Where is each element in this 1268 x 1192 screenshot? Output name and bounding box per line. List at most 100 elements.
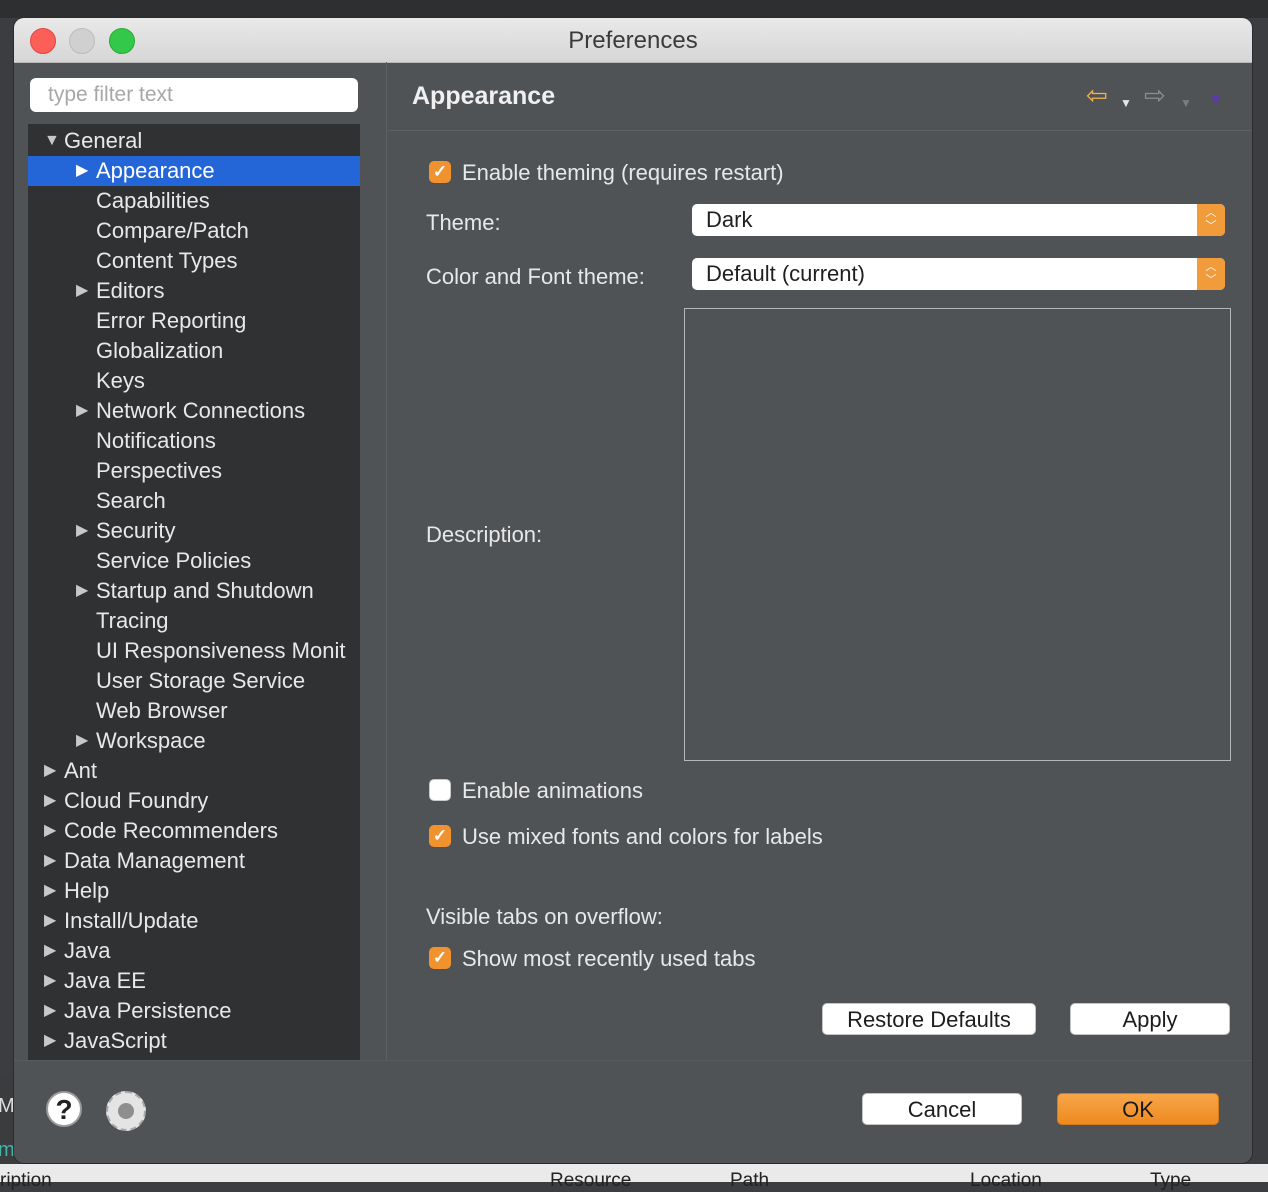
import-export-icon[interactable] bbox=[106, 1091, 146, 1131]
tree-item-security[interactable]: ▶ Security bbox=[28, 516, 360, 546]
forward-history-dropdown-icon[interactable]: ▼ bbox=[1180, 90, 1192, 116]
enable-animations-checkbox[interactable] bbox=[429, 779, 451, 801]
mixed-fonts-checkbox[interactable]: ✓ bbox=[429, 825, 451, 847]
expand-triangle-icon[interactable]: ▶ bbox=[44, 936, 56, 966]
expand-triangle-icon[interactable]: ▶ bbox=[76, 516, 88, 546]
tree-item-user-storage-service[interactable]: User Storage Service bbox=[28, 666, 360, 696]
tree-item-label: Appearance bbox=[96, 158, 215, 183]
tree-item-notifications[interactable]: Notifications bbox=[28, 426, 360, 456]
recent-tabs-label[interactable]: Show most recently used tabs bbox=[462, 946, 755, 972]
page-title: Appearance bbox=[412, 82, 556, 110]
column-header-description[interactable]: ription bbox=[0, 1170, 52, 1192]
tree-item-label: Web Browser bbox=[96, 698, 228, 723]
tree-item-service-policies[interactable]: Service Policies bbox=[28, 546, 360, 576]
tree-item-code-recommenders[interactable]: ▶ Code Recommenders bbox=[28, 816, 360, 846]
tree-item-label: Startup and Shutdown bbox=[96, 578, 314, 603]
tree-item-general[interactable]: ▼ General bbox=[28, 126, 360, 156]
tree-item-appearance[interactable]: ▶ Appearance bbox=[28, 156, 360, 186]
restore-defaults-button[interactable]: Restore Defaults bbox=[822, 1003, 1036, 1035]
tree-item-java-persistence[interactable]: ▶ Java Persistence bbox=[28, 996, 360, 1026]
expand-triangle-icon[interactable]: ▶ bbox=[44, 906, 56, 936]
tree-item-label: UI Responsiveness Monit bbox=[96, 638, 346, 663]
expand-triangle-icon[interactable]: ▶ bbox=[44, 846, 56, 876]
tree-item-label: Java bbox=[64, 938, 111, 963]
description-text-area[interactable] bbox=[684, 308, 1231, 761]
tree-item-web-browser[interactable]: Web Browser bbox=[28, 696, 360, 726]
back-history-dropdown-icon[interactable]: ▼ bbox=[1120, 90, 1132, 116]
tree-item-network-connections[interactable]: ▶ Network Connections bbox=[28, 396, 360, 426]
tree-item-label: Capabilities bbox=[96, 188, 210, 213]
tree-item-install-update[interactable]: ▶ Install/Update bbox=[28, 906, 360, 936]
expand-triangle-icon[interactable]: ▶ bbox=[76, 276, 88, 306]
tree-item-java[interactable]: ▶ Java bbox=[28, 936, 360, 966]
tree-item-label: Cloud Foundry bbox=[64, 788, 209, 813]
collapse-triangle-icon[interactable]: ▼ bbox=[44, 126, 60, 156]
tree-item-label: Security bbox=[96, 518, 176, 543]
color-font-theme-select[interactable]: Default (current) ︿ ﹀ bbox=[692, 258, 1225, 290]
expand-triangle-icon[interactable]: ▶ bbox=[44, 786, 56, 816]
expand-triangle-icon[interactable]: ▶ bbox=[76, 576, 88, 606]
tree-item-ui-responsiveness-monit[interactable]: UI Responsiveness Monit bbox=[28, 636, 360, 666]
expand-triangle-icon[interactable]: ▶ bbox=[44, 816, 56, 846]
theme-select[interactable]: Dark ︿ ﹀ bbox=[692, 204, 1225, 236]
ok-button[interactable]: OK bbox=[1057, 1093, 1219, 1125]
forward-arrow-icon[interactable]: ⇨ bbox=[1144, 82, 1166, 108]
tree-item-label: Help bbox=[64, 878, 110, 903]
tree-item-keys[interactable]: Keys bbox=[28, 366, 360, 396]
pane-divider[interactable] bbox=[386, 62, 387, 1060]
tree-item-label: Perspectives bbox=[96, 458, 222, 483]
recent-tabs-checkbox[interactable]: ✓ bbox=[429, 947, 451, 969]
expand-triangle-icon[interactable]: ▶ bbox=[76, 156, 88, 186]
tree-item-ant[interactable]: ▶ Ant bbox=[28, 756, 360, 786]
tree-item-globalization[interactable]: Globalization bbox=[28, 336, 360, 366]
tree-item-compare-patch[interactable]: Compare/Patch bbox=[28, 216, 360, 246]
tree-item-javascript[interactable]: ▶ JavaScript bbox=[28, 1026, 360, 1056]
tree-item-tracing[interactable]: Tracing bbox=[28, 606, 360, 636]
preferences-tree[interactable]: ▼ General ▶ Appearance Capabilities Compare/P… bbox=[28, 124, 360, 1060]
help-icon[interactable]: ? bbox=[46, 1091, 82, 1127]
header-divider bbox=[388, 130, 1252, 131]
column-header-resource[interactable]: Resource bbox=[550, 1170, 631, 1192]
expand-triangle-icon[interactable]: ▶ bbox=[44, 876, 56, 906]
title-bar[interactable]: Preferences bbox=[14, 18, 1252, 63]
tree-item-capabilities[interactable]: Capabilities bbox=[28, 186, 360, 216]
expand-triangle-icon[interactable]: ▶ bbox=[44, 966, 56, 996]
column-header-path[interactable]: Path bbox=[730, 1170, 769, 1192]
expand-triangle-icon[interactable]: ▶ bbox=[76, 396, 88, 426]
apply-button[interactable]: Apply bbox=[1070, 1003, 1230, 1035]
filter-input[interactable] bbox=[30, 78, 358, 112]
preferences-dialog: Preferences ▼General▶AppearanceCapabilit… bbox=[14, 18, 1252, 1163]
enable-theming-label[interactable]: Enable theming (requires restart) bbox=[462, 160, 784, 186]
tree-item-java-ee[interactable]: ▶ Java EE bbox=[28, 966, 360, 996]
tree-item-content-types[interactable]: Content Types bbox=[28, 246, 360, 276]
select-stepper-icon: ︿ ﹀ bbox=[1197, 204, 1225, 236]
enable-theming-checkbox[interactable]: ✓ bbox=[429, 161, 451, 183]
select-stepper-icon: ︿ ﹀ bbox=[1197, 258, 1225, 290]
column-header-location[interactable]: Location bbox=[970, 1170, 1042, 1192]
expand-triangle-icon[interactable]: ▶ bbox=[44, 756, 56, 786]
tree-item-perspectives[interactable]: Perspectives bbox=[28, 456, 360, 486]
tree-item-label: Globalization bbox=[96, 338, 224, 363]
tree-item-label: Java EE bbox=[64, 968, 146, 993]
tree-item-workspace[interactable]: ▶ Workspace bbox=[28, 726, 360, 756]
column-header-type[interactable]: Type bbox=[1150, 1170, 1191, 1192]
cancel-button[interactable]: Cancel bbox=[862, 1093, 1022, 1125]
tree-item-editors[interactable]: ▶ Editors bbox=[28, 276, 360, 306]
tree-item-data-management[interactable]: ▶ Data Management bbox=[28, 846, 360, 876]
expand-triangle-icon[interactable]: ▶ bbox=[44, 1026, 56, 1056]
tree-item-cloud-foundry[interactable]: ▶ Cloud Foundry bbox=[28, 786, 360, 816]
view-menu-icon[interactable]: ▼ bbox=[1208, 88, 1224, 114]
tree-item-search[interactable]: Search bbox=[28, 486, 360, 516]
expand-triangle-icon[interactable]: ▶ bbox=[44, 996, 56, 1026]
tree-item-label: Error Reporting bbox=[96, 308, 247, 333]
tree-item-label: Search bbox=[96, 488, 166, 513]
tree-item-startup-and-shutdown[interactable]: ▶ Startup and Shutdown bbox=[28, 576, 360, 606]
tree-item-label: Tracing bbox=[96, 608, 169, 633]
tree-item-help[interactable]: ▶ Help bbox=[28, 876, 360, 906]
expand-triangle-icon[interactable]: ▶ bbox=[76, 726, 88, 756]
back-arrow-icon[interactable]: ⇦ bbox=[1086, 82, 1108, 108]
tree-item-label: Install/Update bbox=[64, 908, 199, 933]
tree-item-error-reporting[interactable]: Error Reporting bbox=[28, 306, 360, 336]
enable-animations-label[interactable]: Enable animations bbox=[462, 778, 643, 804]
mixed-fonts-label[interactable]: Use mixed fonts and colors for labels bbox=[462, 824, 823, 850]
